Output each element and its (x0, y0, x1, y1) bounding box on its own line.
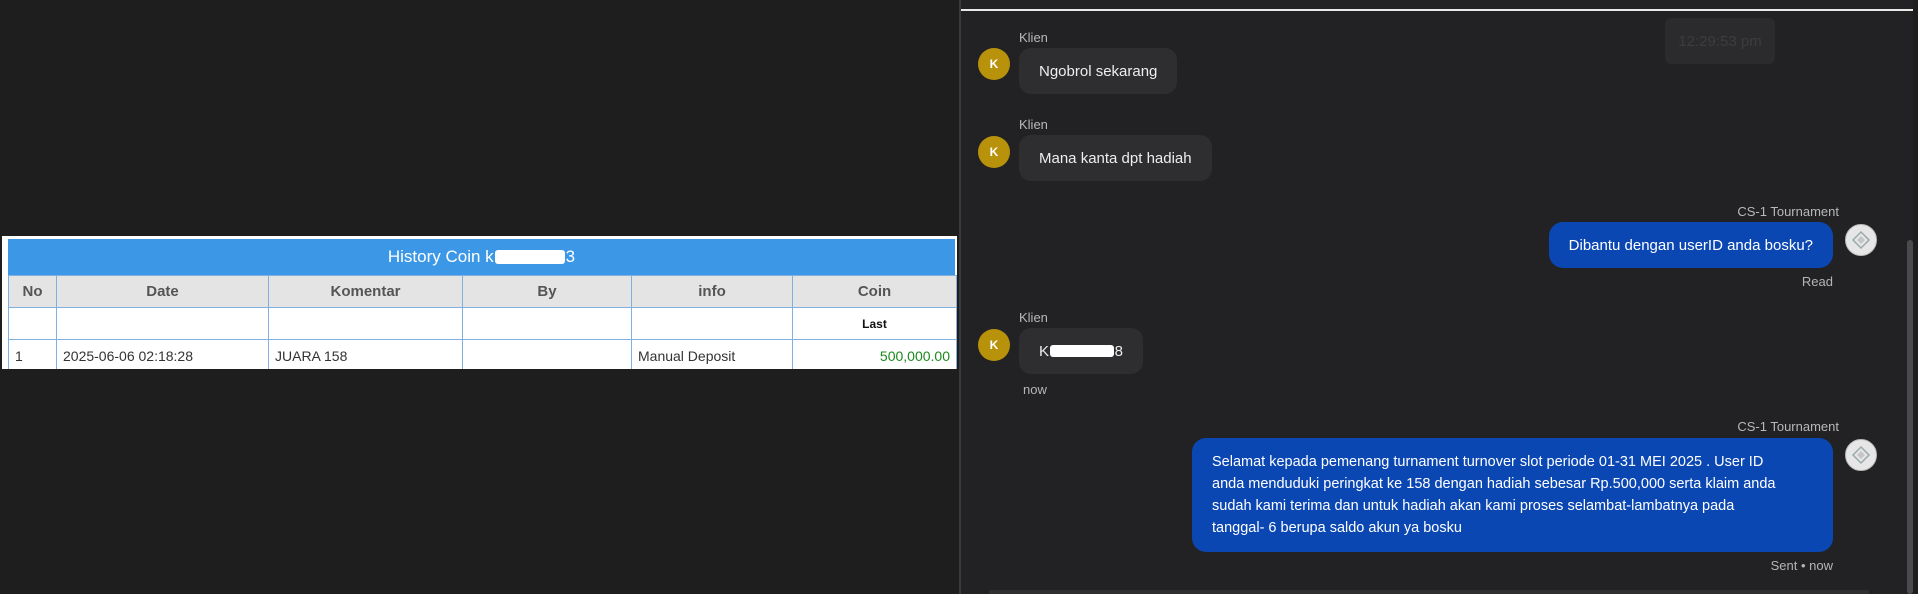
sender-name: Klien (1019, 310, 1048, 325)
col-no: No (8, 275, 57, 308)
chat-panel[interactable]: 12:29:53 pm Klien K Ngobrol sekarang Kli… (959, 0, 1913, 594)
message-bubble-incoming: Ngobrol sekarang (1019, 48, 1178, 94)
client-avatar: K (978, 136, 1010, 168)
history-coin-card: History Coin k 3 No Date Komentar By info… (2, 236, 957, 369)
redacted-userid (1050, 345, 1114, 357)
agent-avatar (1845, 224, 1877, 256)
agent-avatar (1845, 439, 1877, 471)
table-subheader-row: Last (8, 307, 957, 340)
chat-top-divider (961, 9, 1913, 11)
sender-name: Klien (1019, 117, 1048, 132)
cell-date: 2025-06-06 02:18:28 (56, 339, 269, 369)
message-bubble-outgoing: Dibantu dengan userID anda bosku? (1548, 222, 1833, 268)
message-line: sudah kami terima dan untuk hadiah akan … (1212, 498, 1735, 514)
table-header-row: No Date Komentar By info Coin (8, 275, 957, 308)
message-line: Selamat kepada pemenang turnament turnov… (1212, 454, 1764, 470)
last-label: Last (792, 307, 957, 340)
agent-logo-icon (1851, 230, 1871, 250)
agent-logo-icon (1851, 445, 1871, 465)
sent-status: Sent • now (1770, 558, 1833, 573)
col-date: Date (56, 275, 269, 308)
cell-komentar: JUARA 158 (268, 339, 463, 369)
agent-name: CS-1 Tournament (1737, 204, 1839, 219)
col-by: By (462, 275, 632, 308)
message-line: tanggal- 6 berupa saldo akun ya bosku (1212, 520, 1462, 536)
message-line: anda menduduki peringkat ke 158 dengan h… (1212, 476, 1776, 492)
cell-by (462, 339, 632, 369)
message-text: Ngobrol sekarang (1039, 62, 1158, 80)
col-komentar: Komentar (268, 275, 463, 308)
table-row: 1 2025-06-06 02:18:28 JUARA 158 Manual D… (8, 339, 957, 369)
agent-name: CS-1 Tournament (1737, 419, 1839, 434)
read-receipt: Read (1801, 274, 1833, 289)
history-title: History Coin k 3 (8, 239, 955, 275)
col-info: info (631, 275, 793, 308)
message-text-prefix: K (1039, 342, 1050, 360)
message-time: now (1023, 382, 1047, 397)
sender-name: Klien (1019, 30, 1048, 45)
redacted-username (494, 250, 565, 264)
message-text: Mana kanta dpt hadiah (1039, 149, 1192, 167)
composer-edge (989, 590, 1869, 594)
history-table: No Date Komentar By info Coin Last 1 202… (8, 275, 957, 369)
client-avatar: K (978, 329, 1010, 361)
col-coin: Coin (792, 275, 957, 308)
cell-coin: 500,000.00 (792, 339, 957, 369)
history-panel: History Coin k 3 No Date Komentar By info… (0, 0, 958, 594)
message-bubble-incoming: K8 (1019, 328, 1143, 374)
history-title-suffix: 3 (565, 247, 576, 266)
ghost-timestamp: 12:29:53 pm (1665, 18, 1775, 64)
message-bubble-incoming: Mana kanta dpt hadiah (1019, 135, 1212, 181)
chat-scrollbar[interactable] (1907, 240, 1913, 594)
history-title-text: History Coin k (387, 247, 494, 266)
message-text-suffix: 8 (1114, 342, 1123, 360)
message-text: Dibantu dengan userID anda bosku? (1568, 236, 1813, 254)
cell-no: 1 (8, 339, 57, 369)
message-bubble-outgoing: Selamat kepada pemenang turnament turnov… (1192, 438, 1833, 552)
client-avatar: K (978, 48, 1010, 80)
cell-info: Manual Deposit (631, 339, 793, 369)
